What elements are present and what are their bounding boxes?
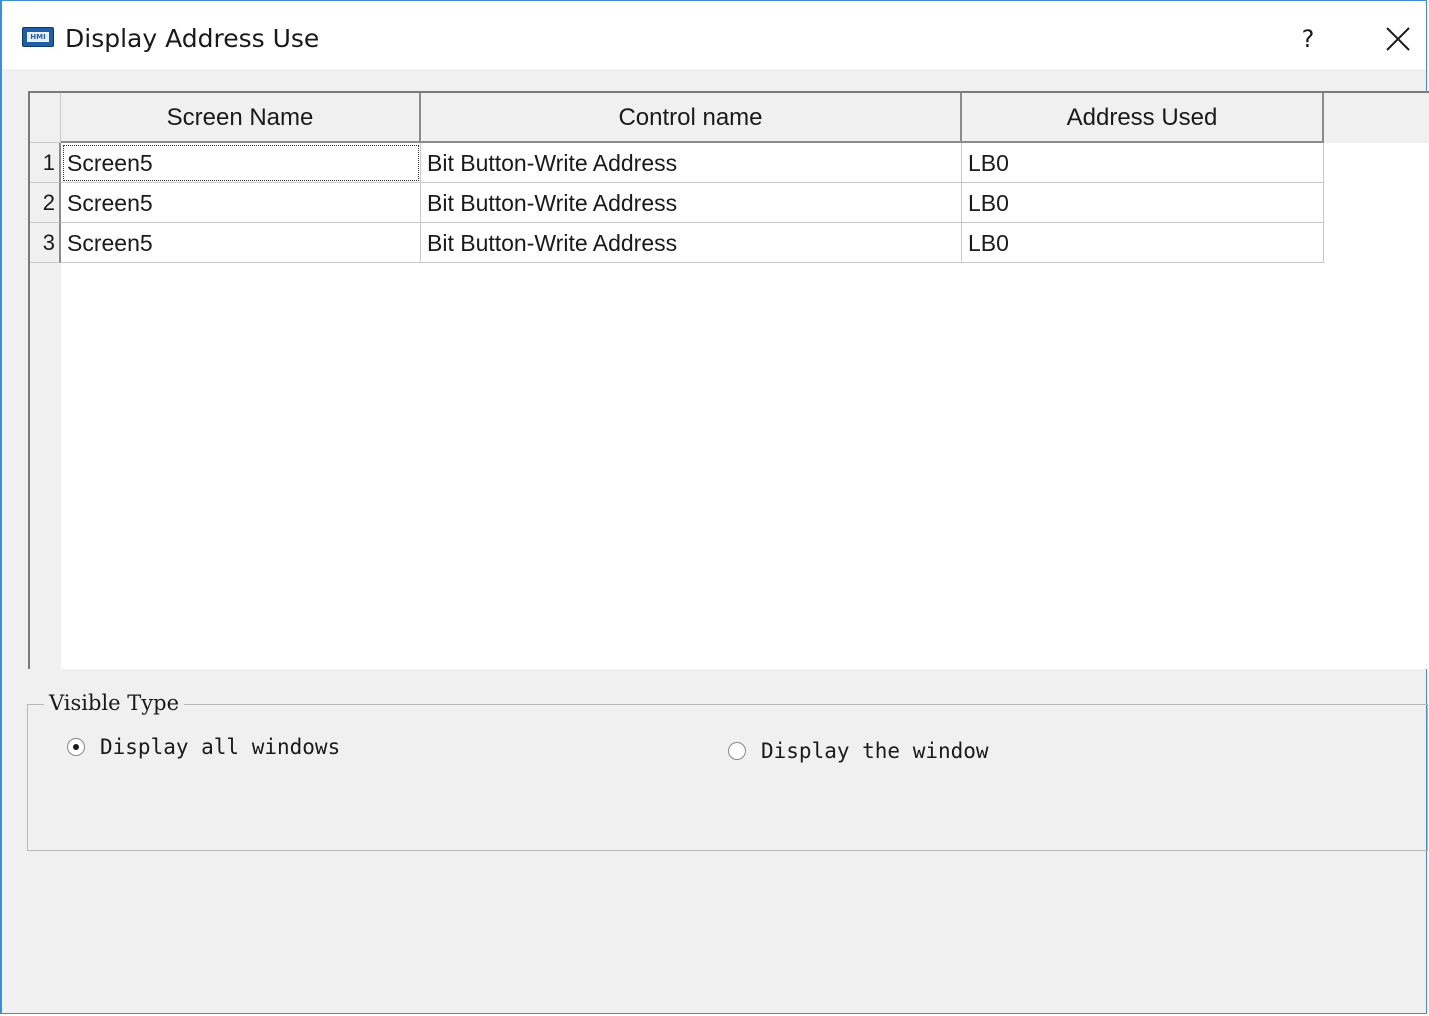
column-header-address-used[interactable]: Address Used <box>962 93 1324 143</box>
radio-label-display-the-window[interactable]: Display the window <box>761 737 989 765</box>
cell-control-name[interactable]: Bit Button-Write Address <box>421 143 962 183</box>
row-number[interactable]: 2 <box>30 183 61 223</box>
row-number[interactable]: 1 <box>30 143 61 183</box>
cell-address-used[interactable]: LB0 <box>962 223 1324 263</box>
cell-address-used[interactable]: LB0 <box>962 183 1324 223</box>
radio-selected-dot <box>73 744 79 750</box>
radio-display-the-window[interactable] <box>728 742 746 760</box>
title-bar: HMI Display Address Use ? <box>2 1 1426 69</box>
window-title: Display Address Use <box>65 24 320 53</box>
cell-screen-name[interactable]: Screen5 <box>61 223 421 263</box>
close-icon <box>1386 27 1410 51</box>
help-button[interactable]: ? <box>1288 19 1328 59</box>
cell-screen-name[interactable]: Screen5 <box>61 183 421 223</box>
table-header: Screen Name Control name Address Used <box>30 93 1429 143</box>
cell-control-name[interactable]: Bit Button-Write Address <box>421 183 962 223</box>
address-use-table[interactable]: Screen Name Control name Address Used 1 … <box>28 91 1429 669</box>
column-header-screen-name[interactable]: Screen Name <box>61 93 421 143</box>
row-number[interactable]: 3 <box>30 223 61 263</box>
cell-control-name[interactable]: Bit Button-Write Address <box>421 223 962 263</box>
table-corner <box>30 93 61 143</box>
cell-screen-name[interactable]: Screen5 <box>61 143 421 183</box>
visible-type-group <box>27 704 1428 851</box>
hmi-app-icon: HMI <box>22 27 54 47</box>
radio-display-all-windows[interactable] <box>67 738 85 756</box>
visible-type-legend: Visible Type <box>44 689 185 717</box>
cell-address-used[interactable]: LB0 <box>962 143 1324 183</box>
radio-label-display-all-windows[interactable]: Display all windows <box>100 733 340 761</box>
hmi-app-icon-label: HMI <box>27 32 49 42</box>
column-header-control-name[interactable]: Control name <box>421 93 962 143</box>
display-address-use-dialog: HMI Display Address Use ? Screen Name Co… <box>0 0 1429 1014</box>
close-button[interactable] <box>1378 19 1418 59</box>
